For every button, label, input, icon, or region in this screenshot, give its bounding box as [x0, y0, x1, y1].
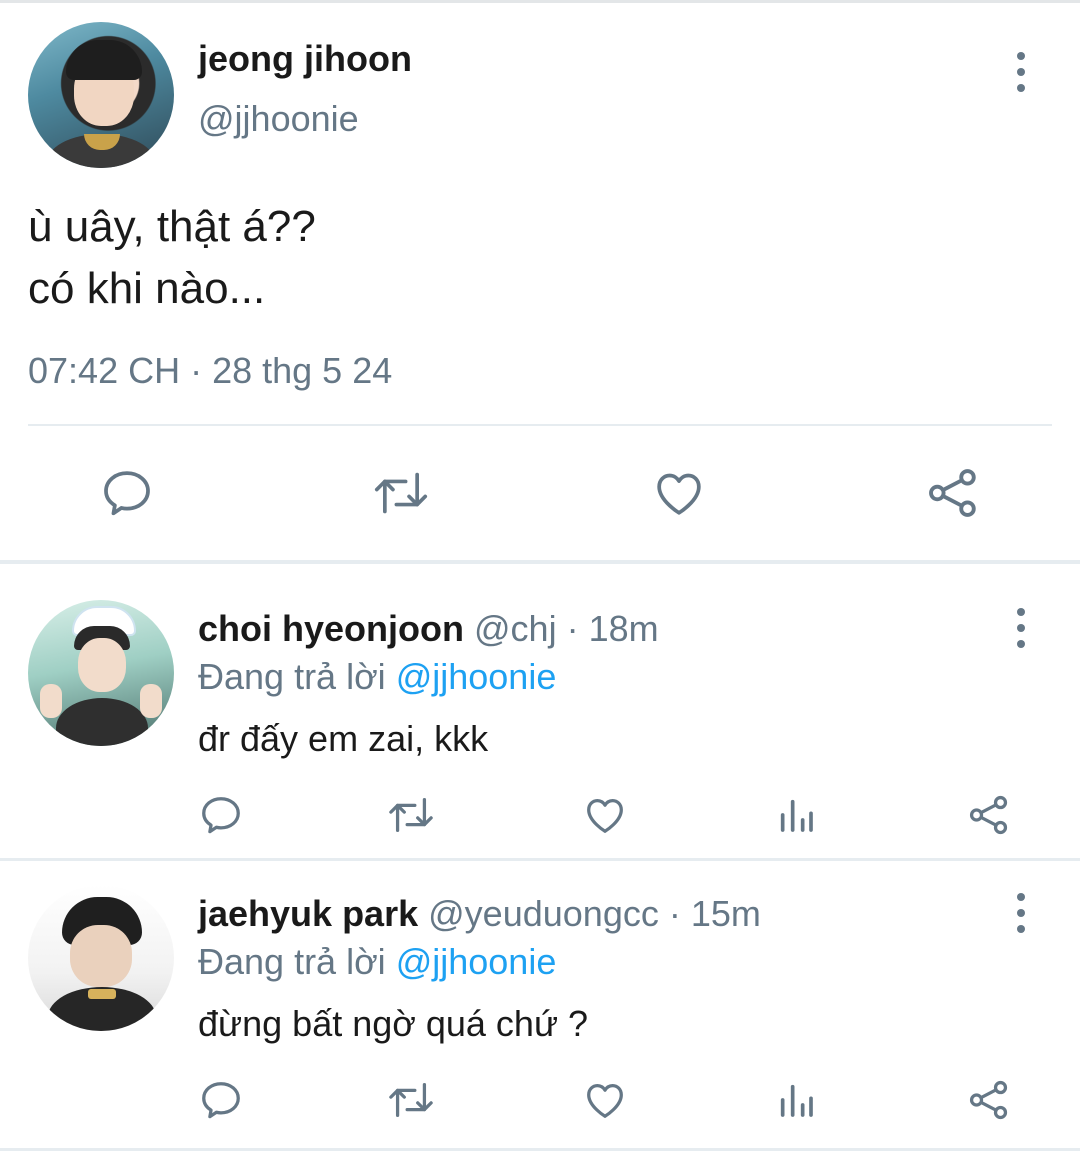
- avatar-hand: [40, 684, 62, 718]
- author-handle[interactable]: @chj: [474, 608, 557, 649]
- reply-icon[interactable]: [196, 790, 246, 840]
- author-handle[interactable]: @jjhoonie: [198, 98, 359, 140]
- reply-icon[interactable]: [196, 1075, 246, 1125]
- analytics-icon[interactable]: [772, 1075, 820, 1125]
- mention-link[interactable]: @jjhoonie: [396, 656, 557, 697]
- reply-tweet[interactable]: jaehyuk park @yeuduongcc · 15m Đang trả …: [0, 861, 1080, 1151]
- avatar-shirt: [56, 698, 148, 746]
- more-options-icon[interactable]: [1006, 608, 1036, 648]
- share-icon[interactable]: [964, 1075, 1014, 1125]
- avatar-hand: [140, 684, 162, 718]
- like-icon[interactable]: [648, 462, 710, 524]
- share-icon[interactable]: [964, 790, 1014, 840]
- avatar-hair: [66, 40, 142, 80]
- retweet-icon[interactable]: [370, 462, 432, 524]
- avatar-face: [78, 638, 126, 692]
- replying-to: Đang trả lời @jjhoonie: [198, 941, 556, 983]
- reply-text: đr đấy em zai, kkk: [198, 718, 489, 759]
- reply-icon[interactable]: [96, 462, 158, 524]
- reply-tweet[interactable]: choi hyeonjoon @chj · 18m Đang trả lời @…: [0, 564, 1080, 858]
- analytics-icon[interactable]: [772, 790, 820, 840]
- avatar[interactable]: [28, 22, 174, 168]
- reply-text: đừng bất ngờ quá chứ ?: [198, 1003, 589, 1044]
- retweet-icon[interactable]: [384, 790, 438, 840]
- tweet-text-line: ù uây, thật á??: [28, 202, 316, 251]
- avatar-face: [70, 925, 132, 987]
- avatar-collar: [88, 989, 116, 999]
- author-display-name[interactable]: jaehyuk park: [198, 893, 418, 934]
- more-options-icon[interactable]: [1006, 52, 1036, 92]
- like-icon[interactable]: [580, 1075, 630, 1125]
- replying-prefix: Đang trả lời: [198, 656, 386, 697]
- avatar[interactable]: [28, 600, 174, 746]
- main-action-bar: [0, 462, 1080, 522]
- author-display-name[interactable]: jeong jihoon: [198, 38, 412, 80]
- reply-header: choi hyeonjoon @chj · 18m: [198, 608, 659, 650]
- reply-time: · 15m: [668, 893, 761, 934]
- reply-header: jaehyuk park @yeuduongcc · 15m: [198, 893, 761, 935]
- tweet-timestamp[interactable]: 07:42 CH · 28 thg 5 24: [28, 350, 392, 392]
- replying-to: Đang trả lời @jjhoonie: [198, 656, 556, 698]
- divider: [28, 424, 1052, 426]
- author-display-name[interactable]: choi hyeonjoon: [198, 608, 464, 649]
- main-tweet: jeong jihoon @jjhoonie ù uây, thật á?? c…: [0, 0, 1080, 560]
- more-options-icon[interactable]: [1006, 893, 1036, 933]
- avatar[interactable]: [28, 885, 174, 1031]
- mention-link[interactable]: @jjhoonie: [396, 941, 557, 982]
- replying-prefix: Đang trả lời: [198, 941, 386, 982]
- tweet-text: ù uây, thật á?? có khi nào...: [28, 196, 316, 320]
- reply-time: · 18m: [566, 608, 659, 649]
- retweet-icon[interactable]: [384, 1075, 438, 1125]
- section-divider: [0, 1148, 1080, 1151]
- tweet-text-line: có khi nào...: [28, 264, 266, 313]
- author-handle[interactable]: @yeuduongcc: [428, 893, 659, 934]
- share-icon[interactable]: [922, 462, 984, 524]
- like-icon[interactable]: [580, 790, 630, 840]
